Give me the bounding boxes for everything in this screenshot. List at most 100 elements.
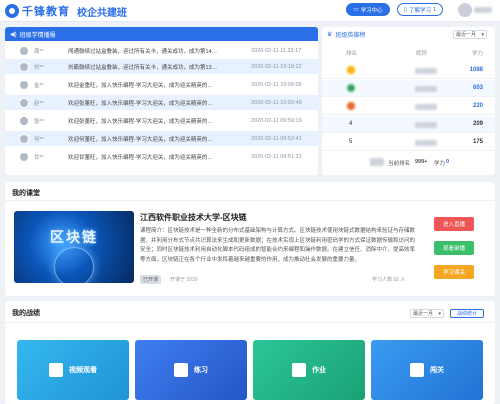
divider [5,200,495,201]
ranking-title: 班级英雄榜 [335,32,366,39]
user-name-blurred[interactable] [474,7,492,13]
avatar [19,115,29,126]
challenge-tile-label: 闯关 [430,367,444,374]
battle-stats-button[interactable]: 战绩统计 [450,309,484,318]
broadcast-header: ◀) 班级学情播报 [5,27,318,41]
battle-title: 我的战绩 [12,310,40,317]
rank-number: 5 [349,139,353,145]
course-description: 课程简介：区块链技术是一种全新的分布式基础架构与计算方式。区块链技术使用块链式数… [140,228,416,263]
rank-name-blurred [415,68,437,74]
my-rank-value: 999+ [415,159,428,165]
ranking-columns: 排名 昵称 学力 [322,49,495,59]
monitor-icon: ▭ [353,6,359,13]
msg-time: 2020-02-11 09:51:31 [251,153,302,160]
video-icon [49,363,63,377]
study-center-label: 学习中心 [360,7,383,14]
table-row: 5 175 [322,134,495,151]
msg-time: 2020-02-11 09:52:41 [251,135,302,142]
msg-name: 赵** [34,100,44,107]
broadcast-panel: ◀) 班级学情播报 周** 闯通鼓续过站盒叠装，迎过所有关卡，通关成功，成为第1… [5,27,318,175]
user-avatar[interactable] [458,3,472,17]
rank-number: 4 [349,121,353,127]
brand-name: 千锋教育 [22,6,70,18]
msg-time: 2020-02-11 09:59:19 [251,117,302,124]
msg-time: 2020-02-11 10:05:06 [251,81,302,88]
document-icon: ▯ [403,6,407,13]
challenge-icon [410,363,424,377]
list-item: 赵** 欢迎张董旺，加入快乐编程-学习大迎关，成为迎关精英的一员! 2020-0… [5,95,318,110]
list-item: 周** 闯通鼓续过站盒叠装，迎过所有关卡，通关成功，成为第14位... 2020… [5,43,318,58]
learn-more-badge: 1 [432,6,437,13]
my-rank-label: 当前排名 [388,161,411,167]
learn-more-label: 了解学习 [408,7,431,14]
msg-text: 刘霸鼓续过站盒叠装，迎过所有关卡，通关成功，成为第13位... [68,64,218,71]
ranking-period-label: 最近一月 [456,32,477,38]
col-score: 学力 [471,51,483,57]
msg-name: 甘** [34,154,44,161]
course-title[interactable]: 江西软件职业技术大学-区块链 [140,212,247,223]
watch-replay-button[interactable]: 观看录播 [434,241,474,255]
rank-score: 603 [472,85,483,91]
battle-period-label: 最近一月 [413,311,434,317]
msg-text: 欢迎甘董旺，加入快乐编程-学习大迎关，成为迎关精英的一员! [68,154,218,161]
enter-live-button[interactable]: 进入直播 [434,217,474,231]
rank-name-blurred [415,122,437,128]
avatar [19,45,29,56]
table-row: 1088 [322,62,495,79]
msg-name: 何** [34,136,44,143]
homework-tile-label: 作业 [312,367,326,374]
table-row: 220 [322,98,495,115]
msg-time: 2020-02-11 10:18:12 [251,63,302,70]
bronze-medal-icon [346,101,356,111]
course-thumbnail[interactable]: 区块链 [14,211,134,283]
my-class-title: 我的课堂 [12,190,40,197]
globe-graphic [54,247,94,283]
learn-more-button[interactable]: ▯ 了解学习 1 [397,3,443,16]
rank-score: 220 [472,103,483,109]
rank-score: 209 [472,121,483,127]
avatar [19,61,29,72]
video-tile-label: 视频观看 [69,367,97,374]
ranking-panel: ♛ 班级英雄榜 最近一月 ▾ 排名 昵称 学力 1088 603 220 4 2… [322,27,495,175]
battle-period-select[interactable]: 最近一月 ▾ [410,309,444,318]
study-center-button[interactable]: ▭ 学习中心 [346,3,390,16]
ranking-period-select[interactable]: 最近一月 ▾ [453,30,487,39]
speaker-icon: ◀) [10,31,17,38]
avatar [19,133,29,144]
msg-time: 2020-02-11 11:33:17 [251,47,302,54]
rank-name-blurred [415,140,437,146]
challenge-tile[interactable]: 闯关 [371,340,483,400]
msg-text: 欢迎何董旺，加入快乐编程-学习大迎关，成为迎关精英的一员! [68,136,218,143]
broadcast-title: 班级学情播报 [19,32,56,39]
col-name: 昵称 [416,51,428,57]
rank-name-blurred [415,104,437,110]
practice-tile[interactable]: 练习 [135,340,247,400]
col-rank: 排名 [346,51,358,57]
homework-icon [292,363,306,377]
practice-tile-label: 练习 [194,367,208,374]
course-status-badge: 已开课 [140,275,162,284]
ranking-header: ♛ 班级英雄榜 最近一月 ▾ [322,27,495,41]
my-score-label: 学力 [434,161,446,167]
study-level-button[interactable]: 学习课关 [434,265,474,279]
msg-text: 欢迎张董旺，加入快乐编程-学习大迎关，成为迎关精英的一员! [68,100,218,107]
homework-tile[interactable]: 作业 [253,340,365,400]
page-title: 校企共建班 [77,8,127,19]
rank-score: 1088 [469,67,483,73]
course-thumbnail-text: 区块链 [50,229,98,245]
video-tile[interactable]: 视频观看 [17,340,129,400]
top-bar: 千锋教育 校企共建班 ▭ 学习中心 ▯ 了解学习 1 [0,0,500,22]
chevron-down-icon: ▾ [438,310,441,317]
avatar [19,79,29,90]
msg-text: 闯通鼓续过站盒叠装，迎过所有关卡，通关成功，成为第14位... [68,48,218,55]
divider [5,322,495,323]
course-learners: 学习人数 92 人 [372,277,406,283]
list-item: 刘** 刘霸鼓续过站盒叠装，迎过所有关卡，通关成功，成为第13位... 2020… [5,59,318,74]
avatar [19,97,29,108]
brand-logo[interactable]: 千锋教育 [5,3,70,19]
course-meta: 开课于 2020 [170,277,198,283]
my-name-blurred [370,158,384,166]
msg-time: 2020-02-11 10:02:49 [251,99,302,106]
msg-name: 金** [34,82,44,89]
my-rank-footer: 当前排名 999+ 学力 0 [322,155,495,169]
